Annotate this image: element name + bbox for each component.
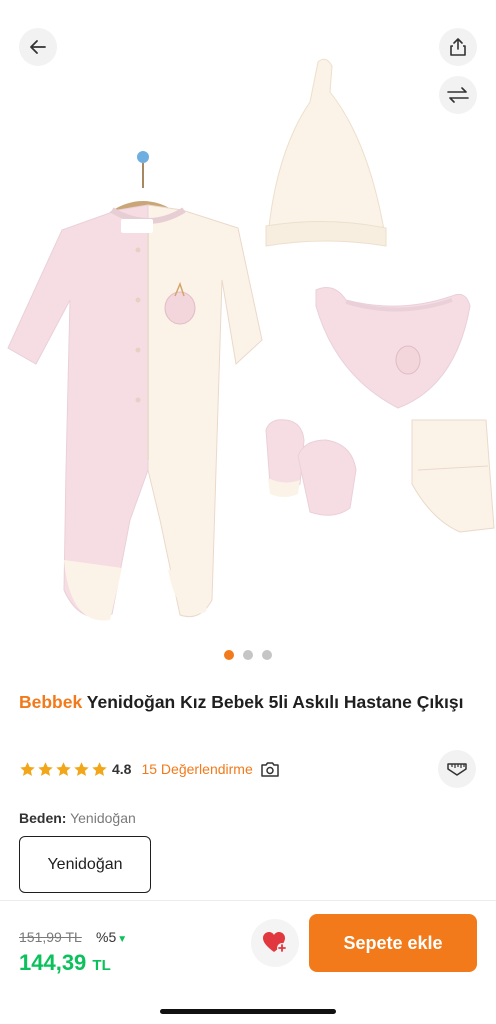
product-title: Bebbek Yenidoğan Kız Bebek 5li Askılı Ha… (19, 690, 474, 715)
brand-name[interactable]: Bebbek (19, 692, 82, 712)
discount-value: %5 (96, 929, 117, 945)
home-indicator (160, 1009, 336, 1014)
share-button[interactable] (439, 28, 477, 66)
star-icon (38, 761, 53, 776)
price-amount: 144,39 (19, 950, 87, 975)
add-to-cart-button[interactable]: Sepete ekle (309, 914, 477, 972)
size-chart-button[interactable] (438, 750, 476, 788)
product-image-gallery[interactable] (0, 0, 496, 640)
camera-icon[interactable] (260, 761, 280, 778)
price-currency: TL (92, 957, 111, 974)
rating-value: 4.8 (112, 761, 132, 777)
current-price: 144,39 TL (19, 950, 111, 976)
favorite-button[interactable] (251, 919, 299, 967)
old-price: 151,99 TL (19, 929, 82, 945)
pagination-dot[interactable] (243, 650, 253, 660)
rating-row: 4.8 15 Değerlendirme (19, 758, 280, 780)
pagination-dot-active[interactable] (224, 650, 234, 660)
size-label: Beden: Yenidoğan (19, 810, 136, 826)
product-image (7, 58, 495, 621)
compare-button[interactable] (439, 76, 477, 114)
discount-badge: %5▼ (96, 929, 127, 945)
arrow-left-icon (30, 40, 46, 54)
share-icon (450, 38, 466, 56)
product-name: Yenidoğan Kız Bebek 5li Askılı Hastane Ç… (86, 692, 464, 712)
star-rating (19, 761, 108, 778)
star-icon (74, 761, 89, 776)
back-button[interactable] (19, 28, 57, 66)
selected-size: Yenidoğan (70, 810, 136, 826)
star-icon (20, 761, 35, 776)
size-chart-icon (447, 763, 467, 776)
star-icon (56, 761, 71, 776)
compare-arrows-icon (447, 87, 469, 103)
star-icon (92, 761, 107, 776)
pagination-dot[interactable] (262, 650, 272, 660)
gallery-pagination (0, 650, 496, 660)
size-label-title: Beden: (19, 810, 67, 826)
size-option[interactable]: Yenidoğan (19, 836, 151, 893)
heart-plus-icon (263, 932, 287, 953)
reviews-link[interactable]: 15 Değerlendirme (141, 761, 252, 777)
discount-down-icon: ▼ (117, 934, 128, 945)
